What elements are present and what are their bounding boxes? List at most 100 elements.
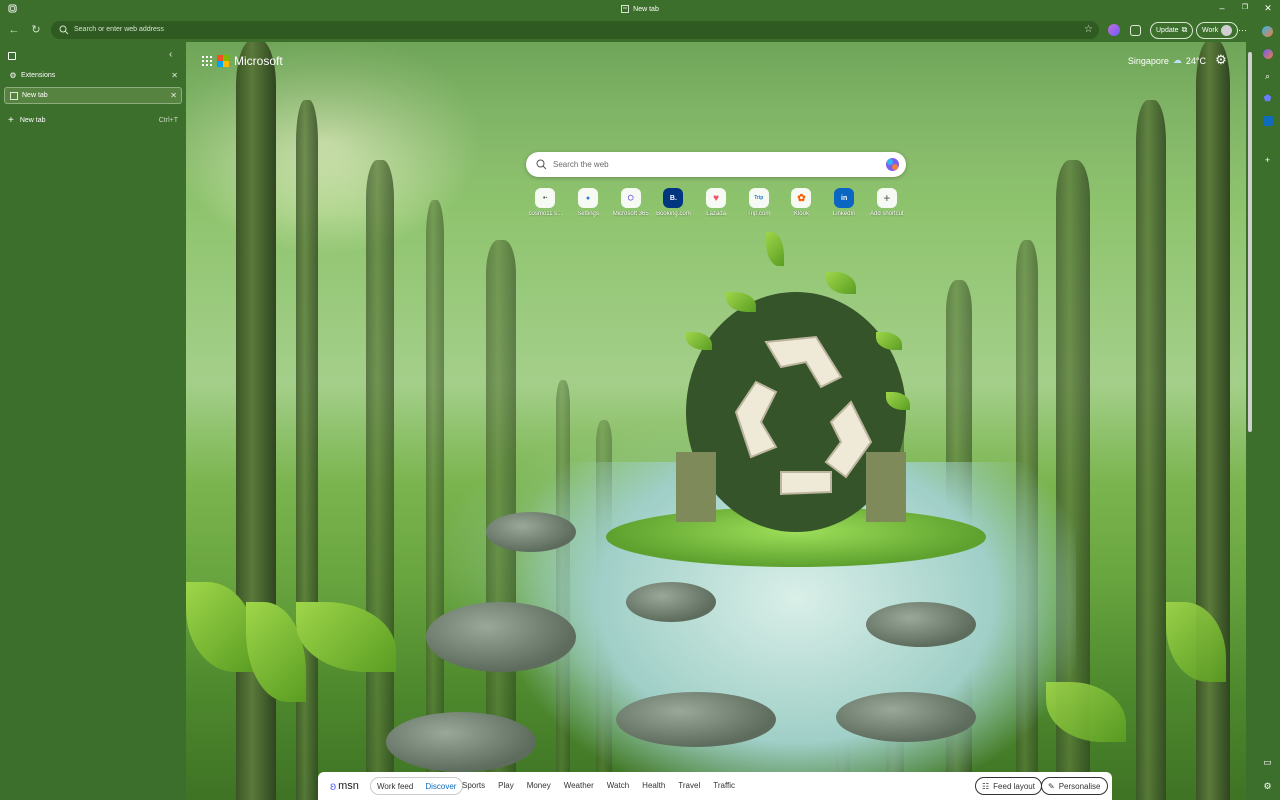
outlook-icon[interactable] (1261, 114, 1274, 127)
address-bar[interactable]: Search or enter web address ☆ (51, 21, 1099, 39)
page-settings-gear-icon[interactable]: ⚙ (1214, 53, 1228, 67)
shortcut-trip[interactable]: Trip Trip.com (737, 188, 780, 217)
feed-layout-button[interactable]: ☷ Feed layout (975, 777, 1042, 795)
close-tab-icon[interactable]: ✕ (170, 91, 177, 100)
vertical-tabs-sidebar: ‹ ⚙ Extensions ✕ New tab ✕ + New tab Ctr… (0, 42, 186, 800)
extensions-puzzle-icon[interactable] (1130, 24, 1141, 36)
refresh-icon[interactable]: ↻ (28, 22, 44, 38)
plus-icon: + (876, 188, 897, 208)
category-watch[interactable]: Watch (607, 781, 629, 790)
new-tab-shortcut: Ctrl+T (158, 116, 178, 124)
copilot-icon[interactable] (1261, 25, 1274, 38)
add-shortcut-button[interactable]: + Add shortcut (866, 188, 909, 217)
profile-button[interactable]: Work (1196, 21, 1239, 39)
shortcut-label: Microsoft 365 (612, 211, 649, 217)
close-tab-icon[interactable]: ✕ (171, 71, 178, 80)
category-play[interactable]: Play (498, 781, 514, 790)
avatar (1221, 24, 1233, 36)
copilot-extension-icon[interactable] (1108, 24, 1120, 36)
shortcut-klook[interactable]: ✿ Klook (780, 188, 823, 217)
back-arrow-icon[interactable]: ← (6, 22, 22, 38)
close-button[interactable]: ✕ (1262, 3, 1274, 14)
feed-layout-label: Feed layout (993, 781, 1035, 791)
search-icon[interactable]: ⌕ (1261, 70, 1274, 83)
category-money[interactable]: Money (527, 781, 551, 790)
personalise-button[interactable]: ✎ Personalise (1041, 777, 1108, 795)
weather-widget[interactable]: Singapore ☁ 24°C (1128, 55, 1206, 66)
tab-extensions[interactable]: ⚙ Extensions ✕ (4, 67, 182, 84)
plus-icon: + (8, 114, 14, 126)
copilot-alt-icon[interactable] (1261, 47, 1274, 60)
title-bar: New tab – ❐ ✕ (0, 0, 1280, 18)
minimize-button[interactable]: – (1216, 3, 1228, 13)
apps-launcher-icon[interactable] (202, 56, 212, 66)
shortcut-tile-icon: B. (663, 188, 684, 208)
layout-icon: ☷ (982, 781, 990, 791)
shortcut-cosmo[interactable]: •· cosmo11 s... (524, 188, 567, 217)
new-tab-page: Microsoft Singapore ☁ 24°C ⚙ Search the … (186, 42, 1246, 800)
tab-label: Extensions (21, 72, 56, 79)
page-scrollbar[interactable] (1246, 42, 1256, 800)
tab-discover[interactable]: Discover (423, 782, 458, 791)
browser-toolbar: ← ↻ Search or enter web address ☆ Update… (0, 18, 1280, 42)
extensions-gear-icon: ⚙ (9, 71, 17, 80)
scrollbar-thumb[interactable] (1248, 52, 1252, 432)
category-travel[interactable]: Travel (678, 781, 700, 790)
shortcut-label: LinkedIn (832, 211, 856, 217)
new-tab-label: New tab (19, 116, 46, 124)
shortcut-tile-icon: •· (535, 188, 556, 208)
window-title-text: New tab (633, 5, 659, 13)
personalise-icon: ✎ (1048, 781, 1055, 791)
restore-button[interactable]: ❐ (1239, 3, 1251, 11)
update-icon: ⧉ (1181, 25, 1188, 34)
sidebar-settings-icon[interactable]: ⚙ (1261, 780, 1274, 793)
cloud-icon: ☁ (1172, 55, 1182, 65)
shortcut-tile-icon: in (834, 188, 855, 208)
msn-logo[interactable]: ʚ msn (330, 779, 359, 793)
search-icon (59, 25, 69, 35)
msn-feed-bar: ʚ msn Work feed Discover Sports Play Mon… (318, 772, 1112, 800)
search-icon (536, 159, 547, 170)
feed-switcher: Work feed Discover (370, 777, 464, 795)
shortcut-settings[interactable]: ● Settings (567, 188, 610, 217)
shortcut-linkedin[interactable]: in LinkedIn (823, 188, 866, 217)
category-health[interactable]: Health (642, 781, 665, 790)
brand-text: Microsoft (234, 54, 283, 68)
shortcut-label: Trip.com (747, 211, 771, 217)
shortcut-tile-icon: Trip (748, 188, 769, 208)
shortcut-lazada[interactable]: ♥ Lazada (695, 188, 738, 217)
edge-sidebar: ⌕ ⬟ + ▭ ⚙ (1256, 18, 1280, 800)
web-search-box[interactable]: Search the web (526, 152, 906, 177)
category-weather[interactable]: Weather (564, 781, 594, 790)
tab-page-icon (621, 5, 630, 13)
address-placeholder: Search or enter web address (74, 26, 164, 33)
shortcut-tile-icon: ● (578, 188, 599, 208)
shortcut-label: Add shortcut (870, 211, 904, 217)
tab-actions-icon[interactable] (8, 52, 16, 60)
shortcut-microsoft-365[interactable]: ⬡ Microsoft 365 (609, 188, 652, 217)
collapse-sidebar-icon[interactable]: ‹ (169, 49, 172, 60)
update-button[interactable]: Update ⧉ (1150, 21, 1194, 39)
msn-butterfly-icon: ʚ (330, 779, 337, 793)
shortcut-tile-icon: ⬡ (620, 188, 641, 208)
new-tab-button[interactable]: + New tab Ctrl+T (8, 114, 178, 126)
shortcut-label: Booking.com (656, 211, 691, 217)
add-app-icon[interactable]: + (1261, 153, 1274, 166)
category-sports[interactable]: Sports (462, 781, 485, 790)
shield-icon[interactable]: ⬟ (1261, 92, 1274, 105)
ntp-header-left: Microsoft (202, 54, 283, 68)
tab-work-feed[interactable]: Work feed (375, 782, 415, 791)
copilot-icon[interactable] (885, 157, 900, 172)
microsoft-logo-icon (217, 55, 229, 67)
screen-cast-icon[interactable]: ▭ (1261, 756, 1274, 769)
update-label: Update (1156, 26, 1179, 34)
window-title: New tab (0, 5, 1280, 13)
favorite-star-icon[interactable]: ☆ (1084, 24, 1093, 35)
search-placeholder: Search the web (553, 160, 609, 169)
category-nav: Sports Play Money Weather Watch Health T… (462, 781, 735, 790)
tab-new-tab[interactable]: New tab ✕ (4, 87, 182, 104)
category-traffic[interactable]: Traffic (713, 781, 735, 790)
shortcut-label: Lazada (706, 211, 726, 217)
shortcut-booking[interactable]: B. Booking.com (652, 188, 695, 217)
more-menu-button[interactable]: ··· (1238, 21, 1247, 39)
